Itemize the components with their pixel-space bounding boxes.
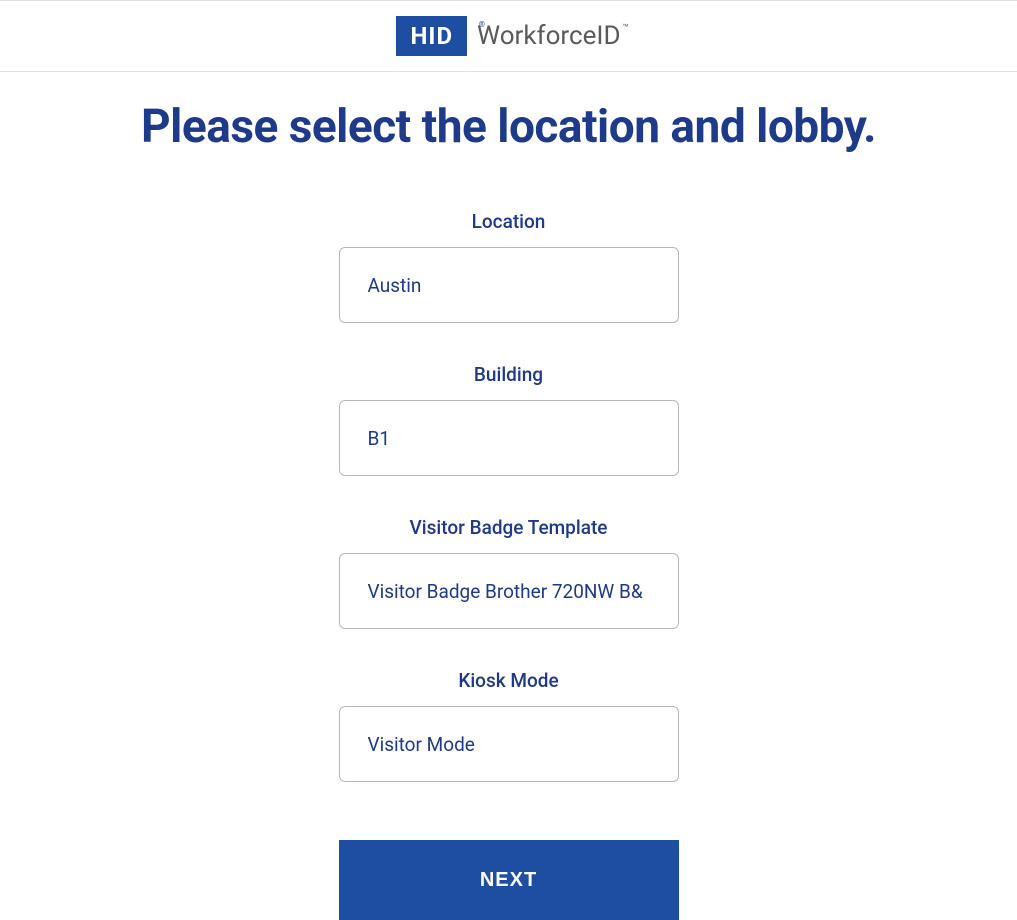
workforceid-logo-text: WorkforceID: [477, 21, 620, 51]
form-container: Location Austin Building B1 Visitor Badg…: [0, 210, 1017, 920]
building-value: B1: [368, 427, 391, 450]
kiosk-mode-value: Visitor Mode: [368, 733, 475, 756]
kiosk-mode-label: Kiosk Mode: [458, 669, 558, 692]
visitor-badge-template-select[interactable]: Visitor Badge Brother 720NW B&: [339, 553, 679, 629]
page-title: Please select the location and lobby.: [0, 100, 1017, 154]
visitor-badge-template-label: Visitor Badge Template: [410, 516, 608, 539]
location-value: Austin: [368, 274, 422, 297]
building-label: Building: [474, 363, 543, 386]
location-group: Location Austin: [339, 210, 679, 323]
kiosk-mode-group: Kiosk Mode Visitor Mode: [339, 669, 679, 782]
visitor-badge-template-group: Visitor Badge Template Visitor Badge Bro…: [339, 516, 679, 629]
next-button[interactable]: NEXT: [339, 840, 679, 920]
kiosk-mode-select[interactable]: Visitor Mode: [339, 706, 679, 782]
building-group: Building B1: [339, 363, 679, 476]
header: HID WorkforceID: [0, 0, 1017, 72]
location-label: Location: [472, 210, 546, 233]
visitor-badge-template-value: Visitor Badge Brother 720NW B&: [368, 580, 643, 603]
hid-logo-text: HID: [396, 16, 467, 56]
location-select[interactable]: Austin: [339, 247, 679, 323]
building-select[interactable]: B1: [339, 400, 679, 476]
hid-logo-badge: HID: [396, 22, 477, 50]
